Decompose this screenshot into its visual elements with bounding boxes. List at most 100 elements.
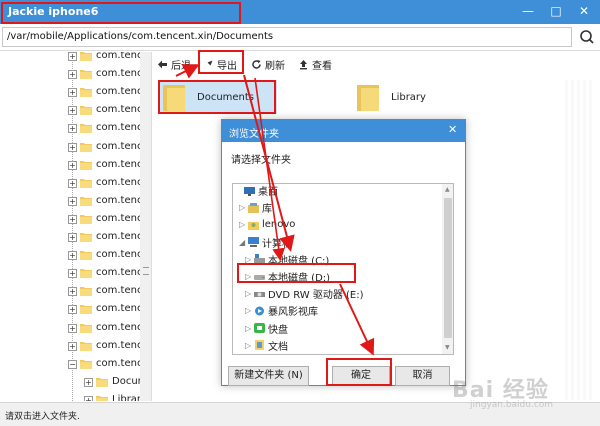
library-icon [248,202,259,213]
tree-item[interactable]: + com.tence [0,247,150,265]
collapsed-caret-icon[interactable]: ▷ [245,306,251,315]
folder-icon [80,323,92,333]
expand-icon[interactable]: + [68,251,77,261]
dialog-tree-item[interactable]: ▷ 库 [233,199,441,216]
collapse-icon[interactable]: − [68,359,77,369]
tree-item[interactable]: + com.tence [0,265,150,283]
expand-icon[interactable]: + [68,142,77,152]
path-input[interactable]: /var/mobile/Applications/com.tencent.xin… [2,27,572,47]
dialog-tree-item[interactable]: ◢ 计算机 [233,234,441,251]
scroll-down-icon[interactable]: ▼ [445,344,450,351]
dialog-tree-item-label: 快盘 [268,324,288,336]
folder-library[interactable]: Library [353,80,483,114]
dialog-tree-item[interactable]: ▷ 本地磁盘 (D:) [233,268,441,285]
expand-icon[interactable]: + [68,52,77,61]
ok-button[interactable]: 确定 [332,366,390,386]
new-folder-button[interactable]: 新建文件夹 (N) [228,366,309,386]
search-button[interactable] [576,27,598,47]
expand-icon[interactable]: + [68,323,77,333]
minimize-button[interactable]: — [514,0,542,24]
tree-item[interactable]: + com.tence [0,175,150,193]
view-icon [300,59,307,69]
tree-item[interactable]: + com.tence [0,338,150,356]
cancel-button[interactable]: 取消 [395,366,450,386]
tree-item[interactable]: + com.tence [0,157,150,175]
dialog-close-button[interactable]: ✕ [448,123,457,136]
dialog-title: 浏览文件夹 [229,129,279,140]
collapsed-caret-icon[interactable]: ▷ [239,220,245,229]
refresh-label: 刷新 [265,60,285,72]
tree-item[interactable]: + com.tence [0,229,150,247]
folder-icon [80,70,92,80]
export-button[interactable]: 导出 [203,55,237,73]
folder-icon [80,178,92,188]
expand-icon[interactable]: + [68,214,77,224]
folder-documents[interactable]: Documents [159,80,277,114]
collapsed-caret-icon[interactable]: ▷ [245,341,251,350]
tree-item[interactable]: + com.tence [0,84,150,102]
expand-icon[interactable]: + [68,70,77,80]
expand-icon[interactable]: + [68,88,77,98]
dialog-tree-item[interactable]: ▷ 文档 [233,337,441,354]
desktop-icon [244,186,255,196]
tree-item[interactable]: + com.tence [0,211,150,229]
tree-item[interactable]: + com.tence [0,102,150,120]
scrollbar-thumb[interactable] [444,198,452,338]
dialog-scrollbar[interactable]: ▲ ▼ [442,184,453,354]
tree-item[interactable]: + com.tence [0,320,150,338]
collapsed-caret-icon[interactable]: ▷ [245,289,251,298]
dialog-tree-item[interactable]: ▷ 本地磁盘 (C:) [233,251,441,268]
dialog-tree-item[interactable]: ▷ 暴风影视库 [233,302,441,319]
collapsed-caret-icon[interactable]: ▷ [245,324,251,333]
dialog-tree-item[interactable]: ▷网络 [233,354,441,355]
folder-icon [80,341,92,351]
tree-item[interactable]: − com.tence [0,356,150,374]
folder-icon [96,395,108,401]
tree-item[interactable]: + com.tence [0,301,150,319]
maximize-button[interactable]: □ [542,0,570,24]
tree-item-label: Librar [112,393,142,401]
tree-item[interactable]: + com.tence [0,52,150,66]
scroll-up-icon[interactable]: ▲ [445,186,450,193]
expand-icon[interactable]: + [68,160,77,170]
folder-icon [80,359,92,369]
tree-child-item[interactable]: + Librar [0,392,150,401]
dialog-tree-item[interactable]: ▷ 快盘 [233,320,441,337]
collapsed-caret-icon[interactable]: ▷ [245,255,251,264]
tree-item[interactable]: + com.tence [0,283,150,301]
view-button[interactable]: 查看 [298,55,332,73]
collapsed-caret-icon[interactable]: ▷ [239,203,245,212]
expanded-caret-icon[interactable]: ◢ [239,238,245,247]
close-button[interactable]: ✕ [570,0,598,24]
expand-icon[interactable]: + [68,178,77,188]
dialog-tree-item[interactable]: ▷ DVD RW 驱动器 (E:) [233,285,441,302]
dialog-tree-item[interactable]: 桌面 [233,184,441,199]
dialog-tree-item-label: 文档 [268,341,288,353]
collapsed-caret-icon[interactable]: ▷ [245,272,251,281]
expand-icon[interactable]: + [84,395,93,401]
folder-documents-label: Documents [197,91,255,103]
expand-icon[interactable]: + [68,124,77,134]
documents-icon [255,340,264,351]
expand-icon[interactable]: + [68,196,77,206]
tree-child-item[interactable]: + Docun [0,374,150,392]
dvd-drive-icon [254,291,265,297]
tree-item[interactable]: + com.tence [0,120,150,138]
tree-item[interactable]: + com.tence [0,139,150,157]
tree-scrollbar[interactable] [140,52,151,401]
expand-icon[interactable]: + [68,233,77,242]
scroll-grip-icon[interactable] [143,267,149,275]
expand-icon[interactable]: + [68,341,77,351]
folder-icon [80,196,92,206]
tree-item[interactable]: + com.tence [0,66,150,84]
expand-icon[interactable]: + [68,287,77,297]
dialog-tree-item-label: 计算机 [262,238,292,250]
expand-icon[interactable]: + [68,305,77,315]
tree-item[interactable]: + com.tence [0,193,150,211]
refresh-button[interactable]: 刷新 [251,55,285,73]
dialog-tree-item[interactable]: ▷ lenovo [233,216,441,233]
back-button[interactable]: 后退 [157,55,191,73]
expand-icon[interactable]: + [68,106,77,116]
expand-icon[interactable]: + [84,377,93,387]
expand-icon[interactable]: + [68,269,77,279]
